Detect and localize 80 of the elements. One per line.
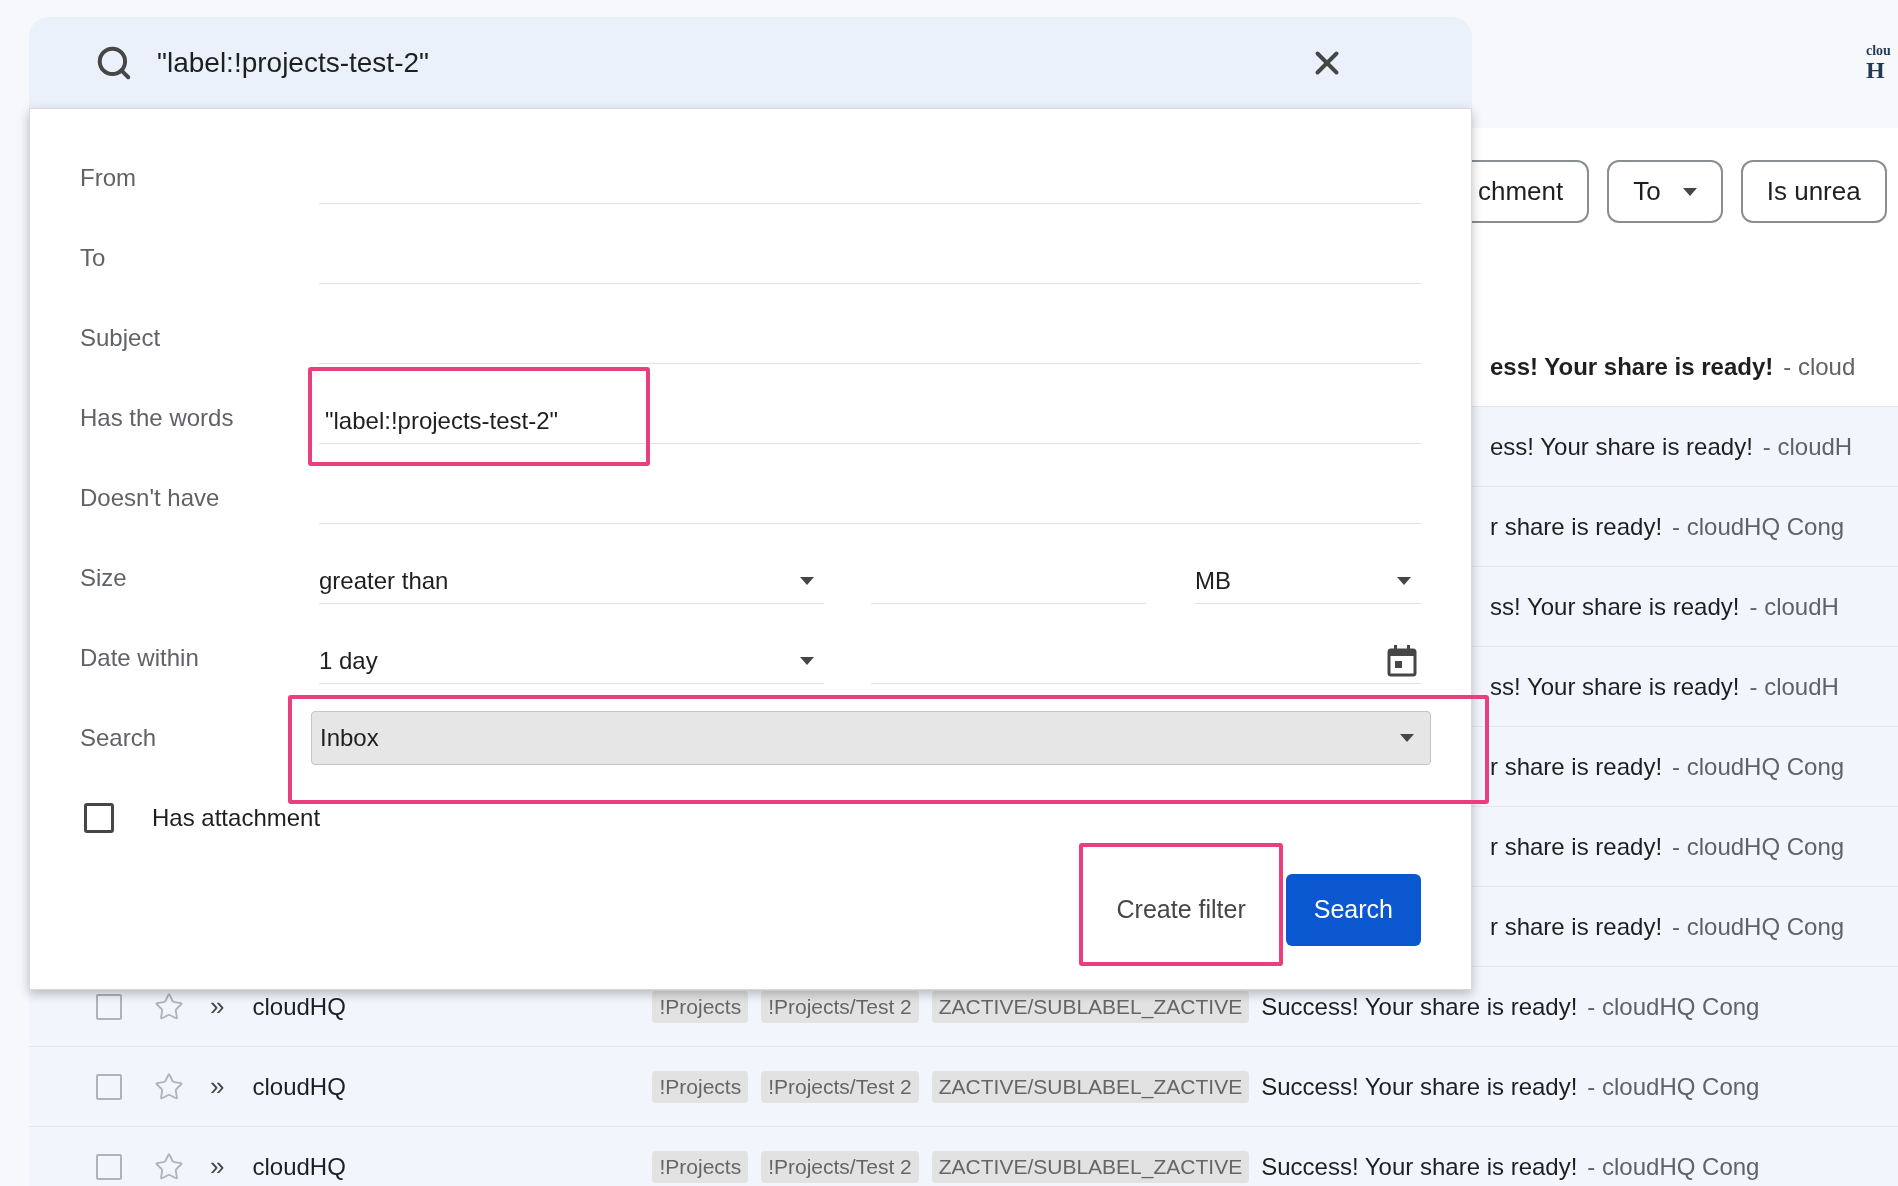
email-row[interactable]: ss! Your share is ready! - cloudH: [1472, 647, 1898, 727]
checkbox[interactable]: [84, 803, 114, 833]
filter-chip[interactable]: Is unrea: [1740, 160, 1887, 223]
email-subject: r share is ready!: [1490, 911, 1663, 942]
row-checkbox[interactable]: [96, 1153, 122, 1180]
logo-text: clou: [1866, 44, 1891, 58]
caret-icon: [1682, 187, 1697, 196]
star-icon[interactable]: [154, 1071, 184, 1102]
field-label: Subject: [80, 323, 162, 353]
label-tag[interactable]: !Projects: [652, 1150, 749, 1183]
email-subject: r share is ready!: [1490, 511, 1663, 542]
size-unit-select[interactable]: MB: [1195, 558, 1421, 604]
caret-icon: [800, 656, 814, 665]
row-checkbox[interactable]: [96, 993, 122, 1020]
label-tag[interactable]: !Projects/Test 2: [761, 1070, 919, 1103]
email-subject: Success! Your share is ready!: [1261, 1071, 1578, 1102]
caret-icon: [1397, 576, 1411, 585]
field-label: Search: [80, 723, 158, 753]
date-range-select[interactable]: 1 day: [319, 638, 824, 684]
filter-chip[interactable]: To: [1607, 160, 1723, 223]
row-checkbox[interactable]: [96, 1073, 122, 1100]
email-sender: cloudHQ: [252, 1151, 347, 1182]
label-tag[interactable]: ZACTIVE/SUBLABEL_ZACTIVE: [931, 1150, 1250, 1183]
email-row[interactable]: r share is ready! - cloudHQ Cong: [1472, 887, 1898, 967]
label-tag[interactable]: !Projects/Test 2: [761, 1150, 919, 1183]
email-snippet: - cloudH: [1762, 431, 1853, 462]
email-subject: ss! Your share is ready!: [1490, 591, 1740, 622]
search-bar[interactable]: "label:!projects-test-2": [29, 17, 1472, 108]
label-tag[interactable]: ZACTIVE/SUBLABEL_ZACTIVE: [931, 1070, 1250, 1103]
email-subject: Success! Your share is ready!: [1261, 1151, 1578, 1182]
size-operator-select[interactable]: greater than: [319, 558, 824, 604]
email-row[interactable]: ess! Your share is ready! - cloudH: [1472, 407, 1898, 487]
email-snippet: - cloudH: [1749, 671, 1839, 702]
field-label: Doesn't have: [80, 483, 221, 513]
email-row[interactable]: » cloudHQ !Projects !Projects/Test 2 ZACTIVE/SUBLABEL_ZACTIVE Success! Your share is ready! - cloudHQ Cong: [29, 1047, 1898, 1127]
importance-marker[interactable]: »: [210, 1067, 225, 1106]
email-sender: cloudHQ: [252, 1071, 347, 1102]
field-label: From: [80, 163, 137, 193]
star-icon[interactable]: [154, 991, 184, 1022]
search-scope-select[interactable]: Inbox: [311, 711, 1431, 765]
field-label: To: [80, 243, 107, 273]
email-subject: ss! Your share is ready!: [1490, 671, 1740, 702]
email-subject: ess! Your share is ready!: [1490, 351, 1774, 382]
input-field[interactable]: "label:!projects-test-2": [319, 398, 1421, 444]
label-tag[interactable]: !Projects: [652, 990, 749, 1023]
email-snippet: - cloudHQ Cong: [1672, 751, 1845, 782]
email-row[interactable]: r share is ready! - cloudHQ Cong: [1472, 727, 1898, 807]
email-row[interactable]: ss! Your share is ready! - cloudH: [1472, 567, 1898, 647]
email-snippet: - cloudHQ Cong: [1672, 511, 1845, 542]
label-tag[interactable]: !Projects/Test 2: [761, 990, 919, 1023]
checkbox-label: Has attachment: [152, 803, 321, 833]
email-snippet: - cloudHQ Cong: [1587, 1071, 1760, 1102]
field-label: Size: [80, 563, 128, 593]
search-button[interactable]: Search: [1285, 874, 1421, 946]
calendar-icon: [1387, 644, 1417, 677]
importance-marker[interactable]: »: [210, 1147, 225, 1186]
email-subject: r share is ready!: [1490, 831, 1663, 862]
importance-marker[interactable]: »: [210, 987, 225, 1026]
caret-icon: [1400, 734, 1414, 742]
email-snippet: - cloudH: [1749, 591, 1839, 622]
email-snippet: - cloudHQ Cong: [1587, 991, 1760, 1022]
search-query: "label:!projects-test-2": [157, 45, 429, 80]
email-subject: r share is ready!: [1490, 751, 1663, 782]
email-row[interactable]: » cloudHQ !Projects !Projects/Test 2 ZACTIVE/SUBLABEL_ZACTIVE Success! Your share is ready! - cloudHQ Cong: [29, 1127, 1898, 1186]
caret-icon: [800, 576, 814, 585]
email-snippet: - cloudHQ Cong: [1672, 831, 1845, 862]
email-row[interactable]: r share is ready! - cloudHQ Cong: [1472, 807, 1898, 887]
label-tag[interactable]: !Projects: [652, 1070, 749, 1103]
logo-text: H: [1866, 58, 1886, 82]
email-subject: ess! Your share is ready!: [1490, 431, 1753, 462]
email-subject: Success! Your share is ready!: [1261, 991, 1578, 1022]
label-tag[interactable]: ZACTIVE/SUBLABEL_ZACTIVE: [931, 990, 1250, 1023]
field-label: Has the words: [80, 403, 235, 433]
email-snippet: - cloud: [1783, 351, 1856, 382]
star-icon[interactable]: [154, 1151, 184, 1182]
email-snippet: - cloudHQ Cong: [1587, 1151, 1760, 1182]
email-row[interactable]: r share is ready! - cloudHQ Cong: [1472, 487, 1898, 567]
email-snippet: - cloudHQ Cong: [1672, 911, 1845, 942]
email-sender: cloudHQ: [252, 991, 347, 1022]
field-label: Date within: [80, 643, 200, 673]
